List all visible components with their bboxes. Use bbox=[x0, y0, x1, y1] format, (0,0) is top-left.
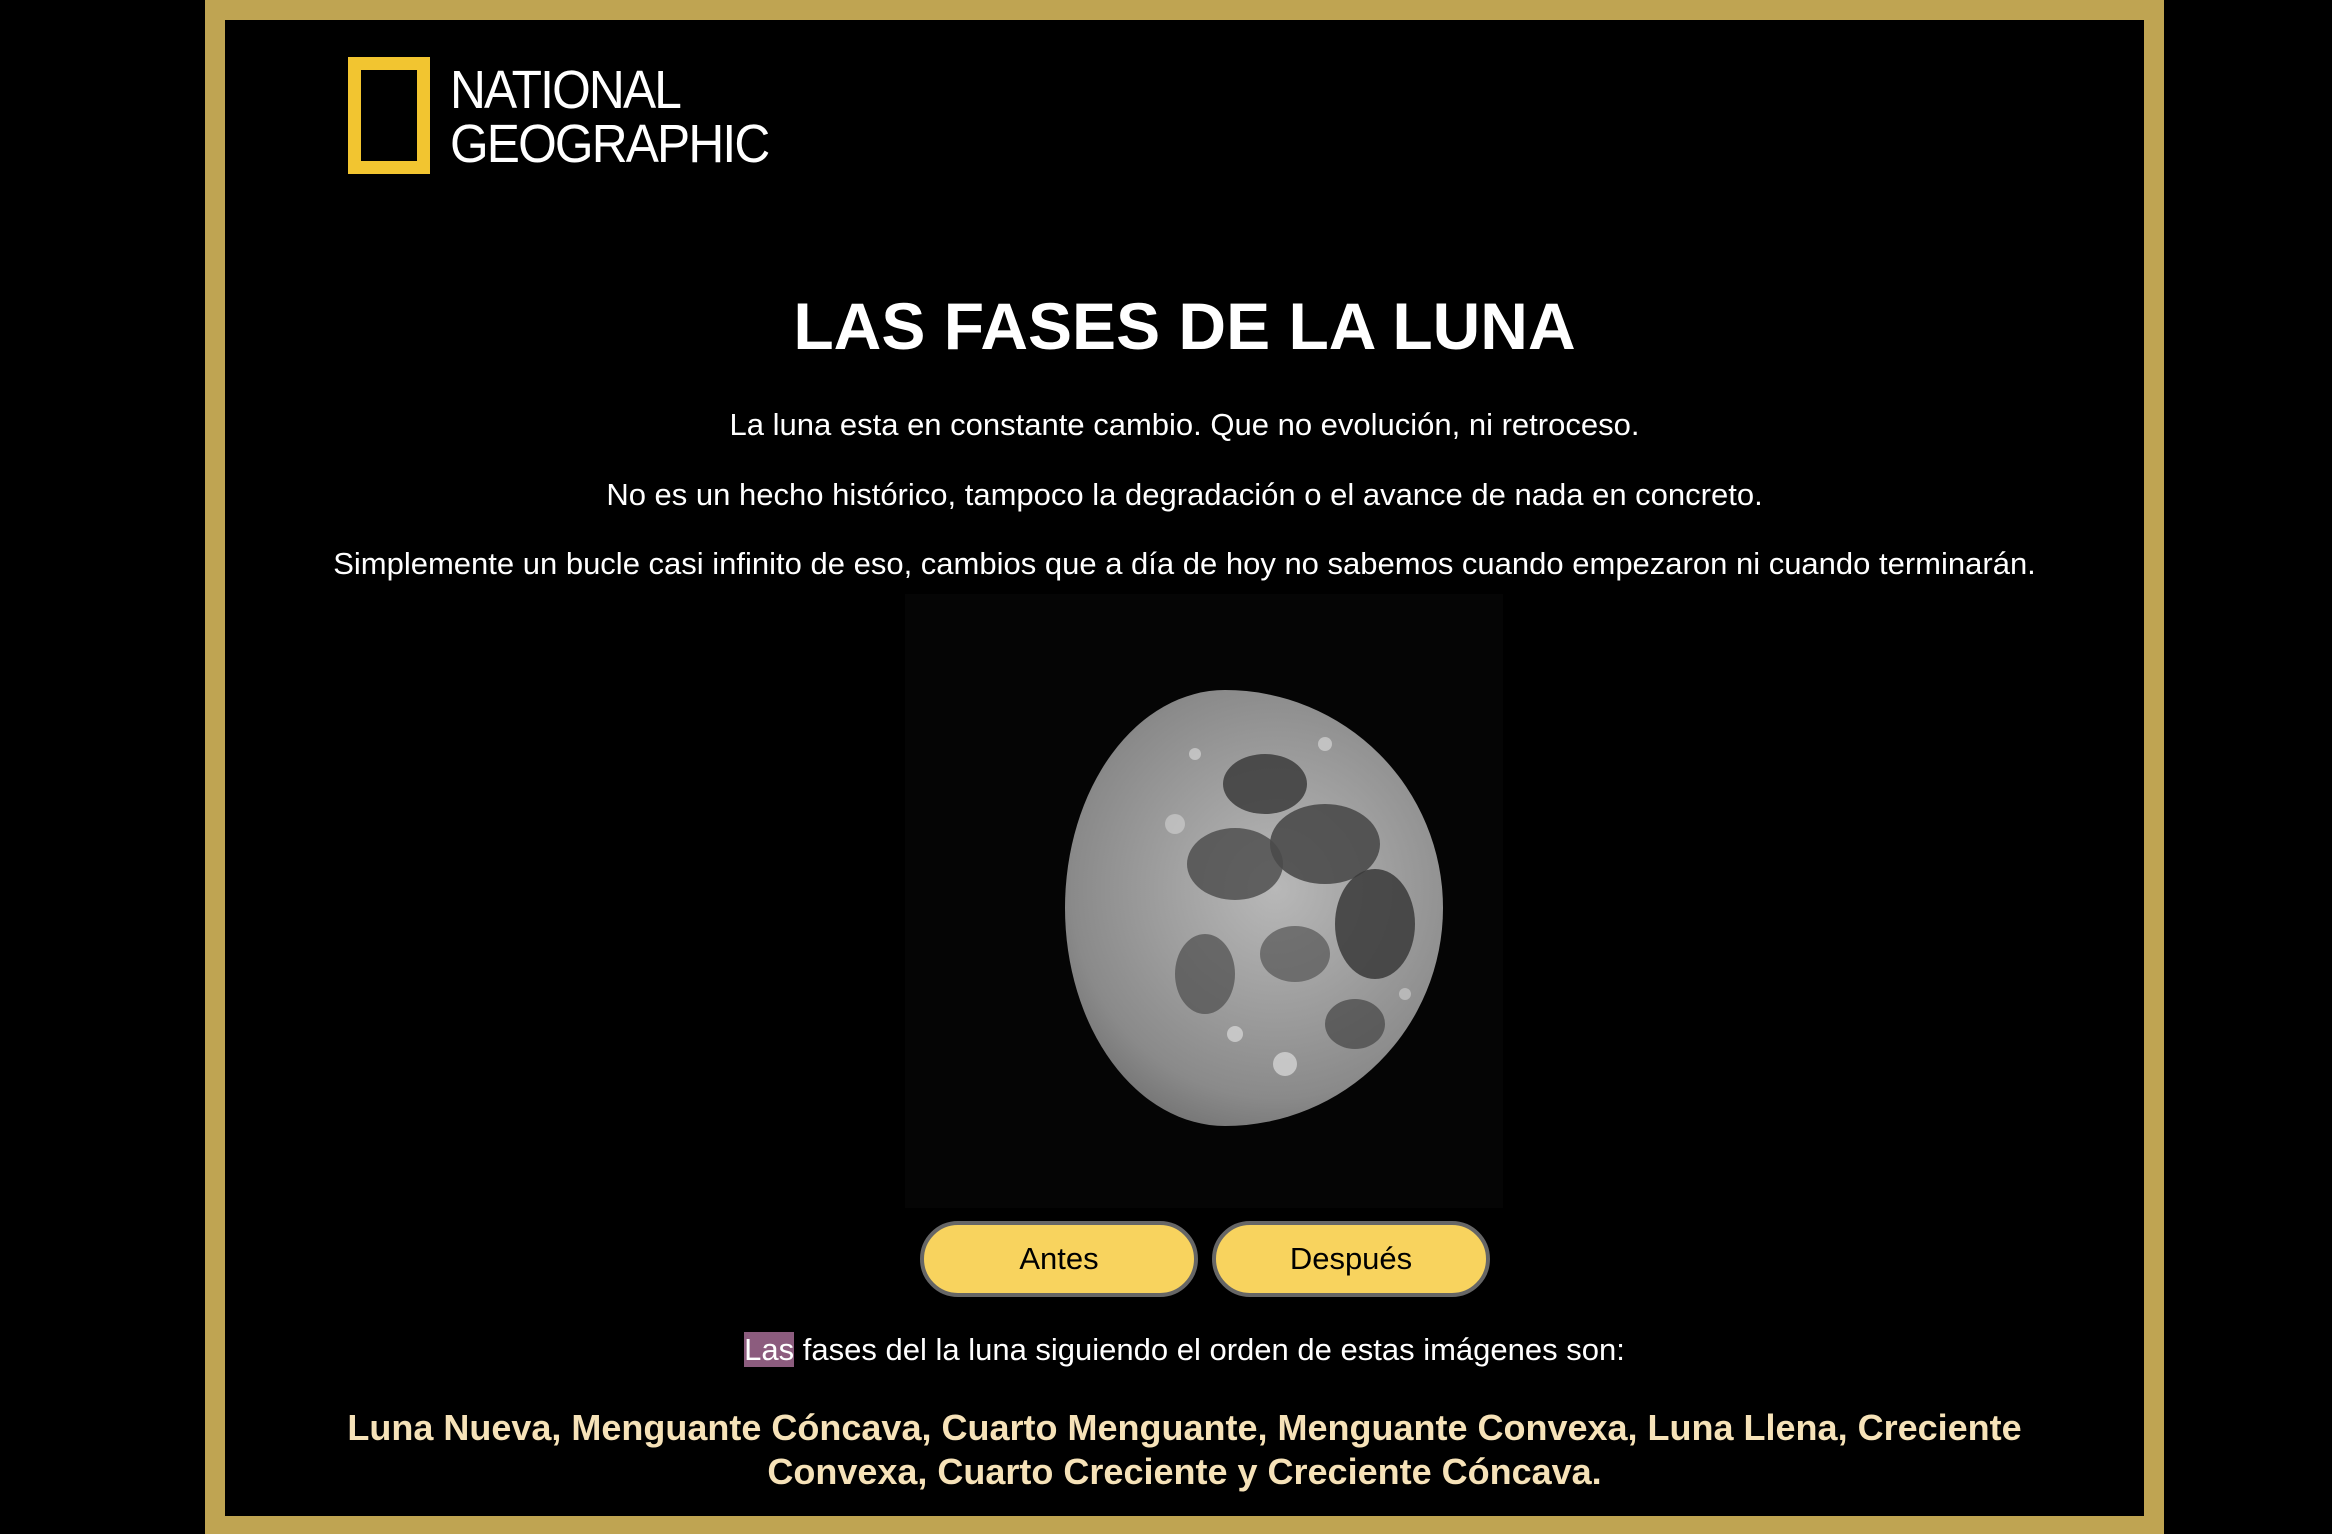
phases-intro-rest: fases del la luna siguiendo el orden de … bbox=[794, 1332, 1625, 1367]
intro-line-3: Simplemente un bucle casi infinito de es… bbox=[333, 546, 2036, 581]
antes-button[interactable]: Antes bbox=[920, 1221, 1198, 1297]
logo-line-2: GEOGRAPHIC bbox=[450, 114, 770, 174]
phases-list-text: Luna Nueva, Menguante Cóncava, Cuarto Me… bbox=[347, 1407, 2022, 1492]
moon-phase-image bbox=[905, 594, 1503, 1208]
national-geographic-logo[interactable]: NATIONAL GEOGRAPHIC bbox=[348, 57, 796, 174]
intro-line-2: No es un hecho histórico, tampoco la deg… bbox=[606, 477, 1763, 512]
page-title: LAS FASES DE LA LUNA bbox=[793, 289, 1576, 363]
moon-illustration bbox=[1065, 690, 1443, 1126]
logo-yellow-rectangle-icon bbox=[348, 57, 430, 174]
selected-text-highlight: Las bbox=[744, 1332, 795, 1367]
logo-wordmark: NATIONAL GEOGRAPHIC bbox=[450, 60, 770, 174]
logo-line-1: NATIONAL bbox=[450, 60, 682, 120]
despues-button[interactable]: Después bbox=[1212, 1221, 1490, 1297]
intro-line-1: La luna esta en constante cambio. Que no… bbox=[729, 407, 1640, 442]
page-frame: NATIONAL GEOGRAPHIC LAS FASES DE LA LUNA… bbox=[205, 0, 2164, 1534]
phases-intro-text: Las fases del la luna siguiendo el orden… bbox=[225, 1330, 2144, 1370]
